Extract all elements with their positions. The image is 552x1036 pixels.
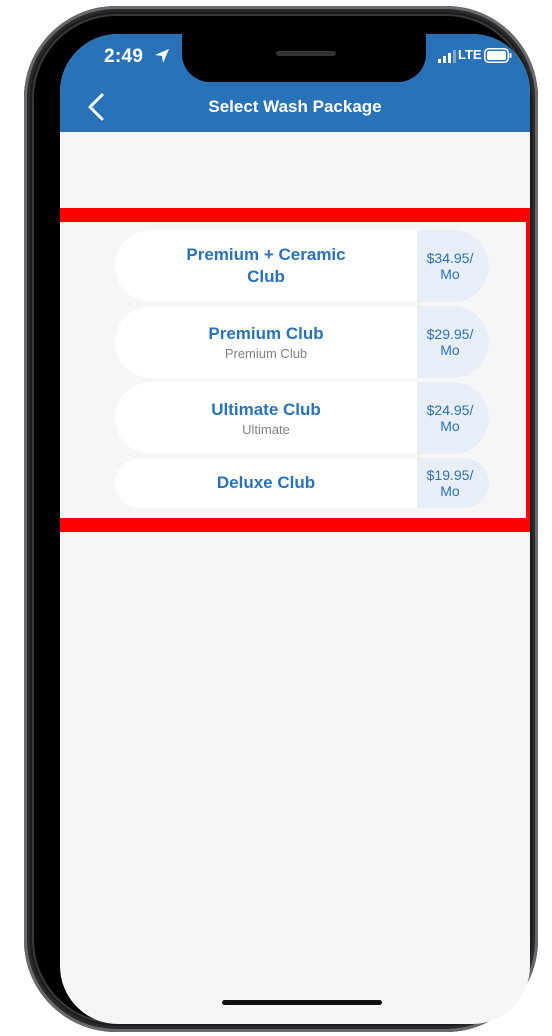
app-screen: 2:49 LTE Select Wash Package Premium + C… (60, 34, 530, 1024)
device-notch (182, 34, 426, 82)
status-time: 2:49 (104, 46, 144, 67)
package-price: $34.95/ Mo (417, 230, 489, 302)
package-price: $24.95/ Mo (417, 382, 489, 454)
package-name: Deluxe Club (216, 473, 316, 492)
home-indicator[interactable] (222, 1000, 382, 1005)
package-name-area: Ultimate Club Ultimate (115, 382, 417, 454)
package-price-text: $19.95/ Mo (426, 467, 474, 499)
package-name-area: Premium Club Premium Club (115, 306, 417, 378)
package-price: $19.95/ Mo (417, 458, 489, 508)
package-price: $29.95/ Mo (417, 306, 489, 378)
signal-bars-icon (438, 50, 456, 63)
package-name: Premium Club (208, 323, 324, 343)
page-title: Select Wash Package (208, 97, 382, 116)
nav-header: 2:49 LTE Select Wash Package (60, 34, 530, 132)
package-list: Premium + Ceramic Club $34.95/ Mo Premiu… (115, 230, 489, 512)
package-name: Ultimate Club (211, 399, 321, 419)
package-price-text: $29.95/ Mo (426, 326, 474, 358)
package-price-text: $34.95/ Mo (426, 250, 474, 282)
package-subtitle: Premium Club (224, 345, 308, 361)
package-row-ultimate[interactable]: Ultimate Club Ultimate $24.95/ Mo (115, 382, 489, 454)
package-price-text: $24.95/ Mo (426, 402, 474, 434)
notch-speaker (276, 51, 336, 56)
location-arrow-icon (155, 49, 169, 63)
network-type-label: LTE (458, 47, 482, 62)
battery-icon (484, 48, 512, 63)
package-row-premium[interactable]: Premium Club Premium Club $29.95/ Mo (115, 306, 489, 378)
package-name-area: Premium + Ceramic Club (115, 230, 417, 302)
package-row-premium-ceramic[interactable]: Premium + Ceramic Club $34.95/ Mo (115, 230, 489, 302)
package-subtitle: Ultimate (242, 421, 290, 437)
package-name: Premium + Ceramic Club (186, 245, 346, 286)
package-row-deluxe[interactable]: Deluxe Club $19.95/ Mo (115, 458, 489, 508)
package-name-area: Deluxe Club (115, 458, 417, 508)
